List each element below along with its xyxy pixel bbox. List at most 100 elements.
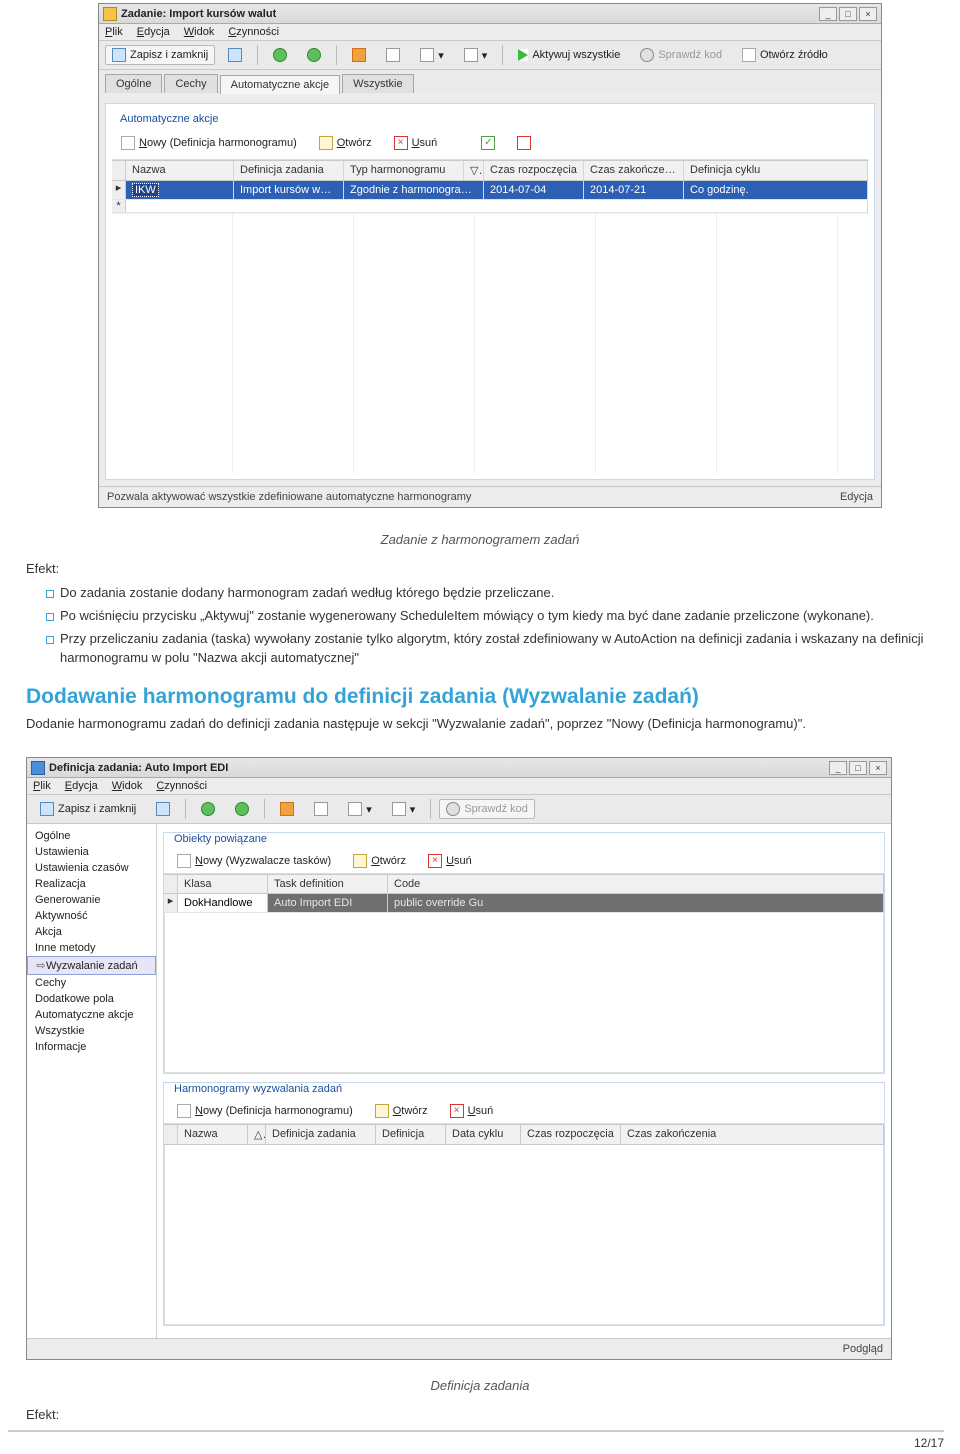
save-close-button[interactable]: Zapisz i zamknij bbox=[105, 45, 215, 65]
menu2-plik[interactable]: Plik bbox=[33, 780, 51, 792]
delete-button-2a[interactable]: × Usuń bbox=[421, 851, 479, 871]
t2-1[interactable] bbox=[273, 799, 301, 819]
side-inne[interactable]: Inne metody bbox=[27, 940, 156, 956]
side-dodatkowe[interactable]: Dodatkowe pola bbox=[27, 991, 156, 1007]
side-auto[interactable]: Automatyczne akcje bbox=[27, 1007, 156, 1023]
menu2-edycja[interactable]: Edycja bbox=[65, 780, 98, 792]
check-code-button-2[interactable]: Sprawdź kod bbox=[439, 799, 535, 819]
side-ogolne[interactable]: Ogólne bbox=[27, 828, 156, 844]
tool-2[interactable] bbox=[379, 45, 407, 65]
t2-4[interactable]: ▾ bbox=[385, 799, 423, 819]
grid1-blank bbox=[164, 913, 884, 1073]
check-code-label-2: Sprawdź kod bbox=[464, 803, 528, 815]
side-wszystkie[interactable]: Wszystkie bbox=[27, 1023, 156, 1039]
save-close-button-2[interactable]: Zapisz i zamknij bbox=[33, 799, 143, 819]
col-start[interactable]: Czas rozpoczęcia bbox=[484, 161, 584, 180]
tool-1[interactable] bbox=[345, 45, 373, 65]
cell-cycle: Co godzinę. bbox=[684, 181, 868, 199]
clear-button[interactable] bbox=[510, 133, 538, 153]
g1-col-code[interactable]: Code bbox=[388, 875, 884, 893]
cell-nazwa[interactable]: IKW bbox=[126, 181, 234, 199]
open-button-2a[interactable]: Otwórz bbox=[346, 851, 413, 871]
nav-back-2[interactable] bbox=[194, 799, 222, 819]
open-source-button[interactable]: Otwórz źródło bbox=[735, 45, 835, 65]
minimize-button-2[interactable]: _ bbox=[829, 761, 847, 775]
menu2-czynnosci[interactable]: Czynności bbox=[156, 780, 207, 792]
side-czasy[interactable]: Ustawienia czasów bbox=[27, 860, 156, 876]
side-ustawienia[interactable]: Ustawienia bbox=[27, 844, 156, 860]
side-generowanie[interactable]: Generowanie bbox=[27, 892, 156, 908]
tab-cechy[interactable]: Cechy bbox=[164, 74, 217, 93]
side-cechy[interactable]: Cechy bbox=[27, 975, 156, 991]
g2-col-nazwa[interactable]: Nazwa bbox=[178, 1125, 248, 1144]
arrow-right-icon-2 bbox=[235, 802, 249, 816]
side-akcja[interactable]: Akcja bbox=[27, 924, 156, 940]
g2-col-end[interactable]: Czas zakończenia bbox=[621, 1125, 884, 1144]
titlebar-2[interactable]: Definicja zadania: Auto Import EDI _ □ × bbox=[27, 758, 891, 778]
delete-button[interactable]: × Usuń bbox=[387, 133, 445, 153]
col-def[interactable]: Definicja zadania bbox=[234, 161, 344, 180]
menubar: Plik Edycja Widok Czynności bbox=[99, 24, 881, 41]
g2-col-definicja[interactable]: Definicja bbox=[376, 1125, 446, 1144]
menu-edycja[interactable]: Edycja bbox=[137, 26, 170, 38]
grid-row-selected[interactable]: ▸ IKW Import kursów walut Zgodnie z harm… bbox=[112, 181, 868, 200]
caption-2: Definicja zadania bbox=[8, 1378, 952, 1393]
col-cycle[interactable]: Definicja cyklu bbox=[684, 161, 868, 180]
open-button[interactable]: Otwórz bbox=[312, 133, 379, 153]
col-sort-icon[interactable]: ▽ bbox=[464, 161, 484, 180]
col-end[interactable]: Czas zakończenia bbox=[584, 161, 684, 180]
g1-col-klasa[interactable]: Klasa bbox=[178, 875, 268, 893]
maximize-button[interactable]: □ bbox=[839, 7, 857, 21]
open-button-2b[interactable]: Otwórz bbox=[368, 1101, 435, 1121]
check-button[interactable]: ✓ bbox=[474, 133, 502, 153]
minimize-button[interactable]: _ bbox=[819, 7, 837, 21]
side-aktywnosc[interactable]: Aktywność bbox=[27, 908, 156, 924]
menu2-widok[interactable]: Widok bbox=[112, 780, 143, 792]
titlebar[interactable]: Zadanie: Import kursów walut _ □ × bbox=[99, 4, 881, 24]
menu-plik[interactable]: Plik bbox=[105, 26, 123, 38]
maximize-button-2[interactable]: □ bbox=[849, 761, 867, 775]
group1-title: Obiekty powiązane bbox=[170, 833, 271, 845]
grid-row-new[interactable]: * bbox=[112, 200, 868, 213]
g2-col-def[interactable]: Definicja zadania bbox=[266, 1125, 376, 1144]
delete-button-2b[interactable]: × Usuń bbox=[443, 1101, 501, 1121]
g1-col-task[interactable]: Task definition bbox=[268, 875, 388, 893]
tool-4[interactable]: ▾ bbox=[457, 45, 495, 65]
g2-col-data[interactable]: Data cyklu bbox=[446, 1125, 521, 1144]
grid1-row[interactable]: ▸ DokHandlowe Auto Import EDI public ove… bbox=[164, 894, 884, 913]
effect-label-2: Efekt: bbox=[26, 1407, 952, 1422]
g2-col-sort[interactable]: △ bbox=[248, 1125, 266, 1144]
g2-col-start[interactable]: Czas rozpoczęcia bbox=[521, 1125, 621, 1144]
activate-all-button[interactable]: Aktywuj wszystkie bbox=[511, 46, 627, 64]
list-icon-2 bbox=[314, 802, 328, 816]
nav-fwd-button[interactable] bbox=[300, 45, 328, 65]
chevron-icon: ⇨ bbox=[36, 959, 46, 972]
save-button[interactable] bbox=[221, 45, 249, 65]
side-wyzwalanie[interactable]: ⇨Wyzwalanie zadań bbox=[27, 956, 156, 975]
nav-fwd-2[interactable] bbox=[228, 799, 256, 819]
status-right-2: Podgląd bbox=[843, 1343, 883, 1355]
close-button-2[interactable]: × bbox=[869, 761, 887, 775]
tool-3[interactable]: ▾ bbox=[413, 45, 451, 65]
row-marker-new: * bbox=[112, 200, 126, 212]
check-code-button[interactable]: Sprawdź kod bbox=[633, 45, 729, 65]
tab-auto-akcje[interactable]: Automatyczne akcje bbox=[220, 75, 340, 94]
nav-back-button[interactable] bbox=[266, 45, 294, 65]
new-schedule-label-2: Nowy (Definicja harmonogramu) bbox=[195, 1105, 353, 1117]
new-trigger-button[interactable]: Nowy (Wyzwalacze tasków) bbox=[170, 851, 338, 871]
save-button-2[interactable] bbox=[149, 799, 177, 819]
new-schedule-button[interactable]: Nowy (Definicja harmonogramu) bbox=[114, 133, 304, 153]
menu-czynnosci[interactable]: Czynności bbox=[228, 26, 279, 38]
menu-widok[interactable]: Widok bbox=[184, 26, 215, 38]
tab-ogolne[interactable]: Ogólne bbox=[105, 74, 162, 93]
side-info[interactable]: Informacje bbox=[27, 1039, 156, 1055]
col-nazwa[interactable]: Nazwa bbox=[126, 161, 234, 180]
t2-3[interactable]: ▾ bbox=[341, 799, 379, 819]
new-schedule-button-2[interactable]: Nowy (Definicja harmonogramu) bbox=[170, 1101, 360, 1121]
statusbar: Pozwala aktywować wszystkie zdefiniowane… bbox=[99, 486, 881, 507]
t2-2[interactable] bbox=[307, 799, 335, 819]
close-button[interactable]: × bbox=[859, 7, 877, 21]
col-typ[interactable]: Typ harmonogramu bbox=[344, 161, 464, 180]
side-realizacja[interactable]: Realizacja bbox=[27, 876, 156, 892]
tab-wszystkie[interactable]: Wszystkie bbox=[342, 74, 414, 93]
